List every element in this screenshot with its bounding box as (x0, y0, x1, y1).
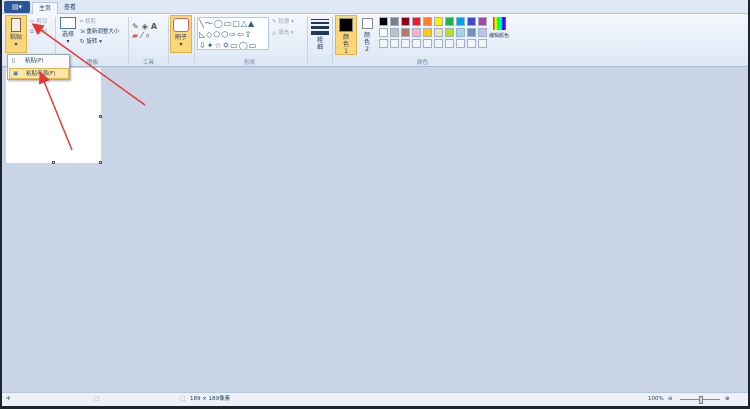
color-swatch[interactable] (467, 17, 476, 26)
paint-window: ▤▾ 主页 查看 粘贴 ▾ ✂ 剪切 ⧉ 复制 选择 ▾ ⌗ 裁剪 ⇲ 重新调整大小… (2, 0, 748, 406)
color-swatch[interactable] (456, 17, 465, 26)
color2-swatch (361, 18, 373, 29)
paint-menu-button[interactable]: ▤▾ (4, 1, 30, 13)
zoom-level: 100% (648, 396, 664, 402)
canvas-size-icon: ⬚ (180, 396, 186, 402)
tools-icons[interactable]: ✎◈A ▰⁄⌕ (132, 22, 160, 41)
select-icon (60, 17, 76, 29)
eraser-icon: ▰ (132, 31, 142, 40)
color-swatch[interactable] (412, 17, 421, 26)
tab-view[interactable]: 查看 (58, 2, 82, 14)
color-swatch[interactable] (401, 39, 410, 48)
cursor-position-icon: ✛ (6, 396, 11, 402)
resize-button[interactable]: ⇲ 重新调整大小 (80, 27, 119, 35)
color-swatch[interactable] (456, 28, 465, 37)
zoom-in-button[interactable]: ⊕ (725, 393, 730, 406)
color-swatch[interactable] (423, 17, 432, 26)
select-button[interactable]: 选择 ▾ (58, 17, 78, 45)
drawing-canvas[interactable] (6, 68, 101, 163)
fill-icon: ◈ (141, 22, 151, 31)
clipboard-icon (11, 18, 21, 32)
color-swatch[interactable] (412, 28, 421, 37)
color-swatch[interactable] (445, 17, 454, 26)
color-swatch[interactable] (401, 17, 410, 26)
clipboard-icon: ▯ (12, 58, 16, 64)
color-swatch[interactable] (390, 39, 399, 48)
color-swatch[interactable] (445, 39, 454, 48)
brush-icon (173, 18, 189, 32)
ribbon: 粘贴 ▾ ✂ 剪切 ⧉ 复制 选择 ▾ ⌗ 裁剪 ⇲ 重新调整大小 ↻ 旋转 ▾ 图… (2, 14, 748, 67)
color-swatch[interactable] (379, 17, 388, 26)
resize-handle[interactable] (52, 161, 55, 164)
ribbon-tabs: ▤▾ 主页 查看 (2, 0, 748, 14)
color-swatch[interactable] (379, 28, 388, 37)
magnifier-icon: ⌕ (145, 31, 153, 40)
color1-button[interactable]: 颜色 1 (335, 15, 357, 55)
picture-icon: ▣ (13, 71, 19, 77)
selection-size-icon: ⬚ (94, 396, 100, 402)
edit-colors-button[interactable]: 编辑颜色 (486, 17, 512, 39)
color-swatch[interactable] (456, 39, 465, 48)
pencil-icon: ✎ (132, 22, 142, 31)
crop-button[interactable]: ⌗ 裁剪 (80, 17, 96, 26)
copy-button[interactable]: ⧉ 复制 (30, 27, 47, 36)
color-swatch[interactable] (434, 28, 443, 37)
shapes-group-label: 形状 (244, 60, 256, 66)
text-icon: A (150, 22, 161, 31)
color2-button[interactable]: 颜色 2 (359, 17, 375, 53)
cut-button[interactable]: ✂ 剪切 (30, 17, 47, 25)
color-swatch[interactable] (467, 28, 476, 37)
color-swatch[interactable] (390, 17, 399, 26)
shapes-gallery[interactable]: ╲〜◯▭▢△▲ ◺◇⬠⬡⇨⇦⇧ ⇩✦☆✡▭◯▭ (197, 17, 269, 50)
color-swatch[interactable] (423, 39, 432, 48)
edit-colors-icon (492, 17, 506, 30)
tab-home[interactable]: 主页 (32, 2, 59, 14)
color-swatch[interactable] (412, 39, 421, 48)
menu-item-paste-from[interactable]: ▣ 粘贴来源(F) (9, 68, 69, 79)
color-swatch[interactable] (401, 28, 410, 37)
paste-label: 粘贴 (9, 34, 22, 41)
paste-button[interactable]: 粘贴 ▾ (5, 15, 27, 53)
brushes-button[interactable]: 刷子 ▾ (170, 15, 192, 53)
color-swatch[interactable] (434, 39, 443, 48)
menu-item-paste[interactable]: ▯ 粘贴(P) (9, 56, 69, 67)
outline-button[interactable]: ✎ 轮廓 ▾ (272, 17, 294, 25)
color-swatch[interactable] (390, 28, 399, 37)
color1-swatch (339, 18, 353, 32)
paste-dropdown-menu: ▯ 粘贴(P) ▣ 粘贴来源(F) (7, 54, 70, 80)
canvas-size: 189 × 189像素 (190, 396, 231, 402)
color-swatch[interactable] (445, 28, 454, 37)
color-swatch[interactable] (379, 39, 388, 48)
colors-group-label: 颜色 (417, 60, 429, 66)
color-swatch[interactable] (434, 17, 443, 26)
image-group-label: 图像 (87, 60, 99, 66)
resize-handle[interactable] (99, 161, 102, 164)
fill-button[interactable]: ◬ 填充 ▾ (272, 28, 294, 36)
resize-handle[interactable] (99, 115, 102, 118)
color-swatch[interactable] (467, 39, 476, 48)
color-swatch[interactable] (423, 28, 432, 37)
zoom-out-button[interactable]: ⊖ (668, 393, 673, 406)
tools-group-label: 工具 (143, 60, 155, 66)
status-bar: ✛ ⬚ ⬚ 189 × 189像素 100% ⊖ ⊕ (2, 392, 748, 406)
color-swatch[interactable] (478, 39, 487, 48)
size-button[interactable]: 粗细 (311, 18, 329, 51)
zoom-slider-thumb[interactable] (699, 396, 703, 404)
rotate-button[interactable]: ↻ 旋转 ▾ (80, 37, 102, 45)
